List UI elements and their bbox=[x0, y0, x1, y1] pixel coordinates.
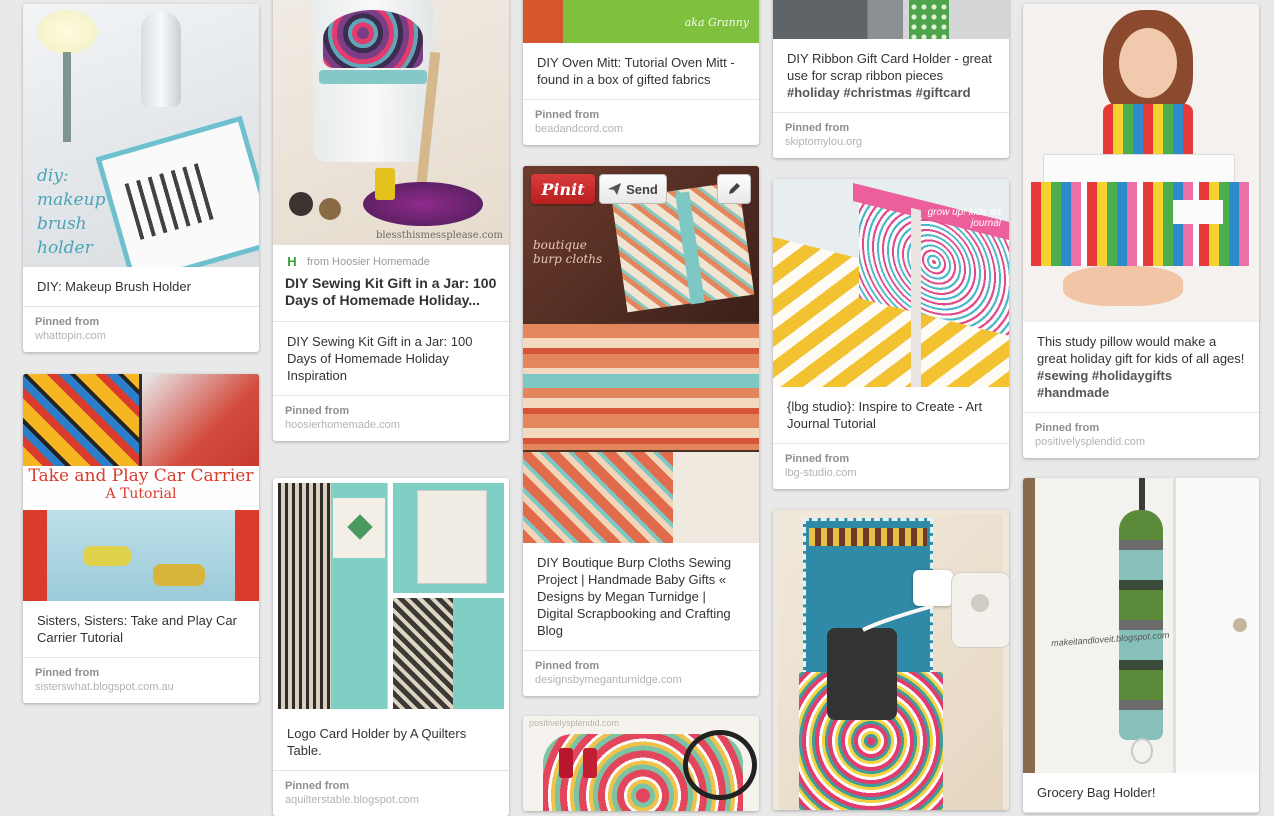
pin-description: Sisters, Sisters: Take and Play Car Carr… bbox=[23, 601, 259, 658]
pin-image[interactable]: grow up! kids art journal bbox=[773, 179, 1009, 387]
hashtags[interactable]: #sewing #holidaygifts #handmade bbox=[1037, 368, 1172, 400]
pin-source[interactable]: Pinned from beadandcord.com bbox=[523, 100, 759, 145]
pinned-from-label: Pinned from bbox=[35, 316, 100, 328]
via-title[interactable]: DIY Sewing Kit Gift in a Jar: 100 Days o… bbox=[285, 275, 497, 309]
pin-image[interactable] bbox=[773, 0, 1009, 39]
image-watermark: blessthismessplease.com bbox=[375, 230, 503, 241]
hoosier-homemade-logo-icon: H bbox=[287, 254, 297, 269]
pin-it-label: Pinit bbox=[541, 179, 585, 199]
send-icon bbox=[608, 183, 622, 195]
pin-description: {lbg studio}: Inspire to Create - Art Jo… bbox=[773, 387, 1009, 444]
pin-image[interactable]: Take and Play Car Carrier A Tutorial bbox=[23, 374, 259, 601]
description-text: This study pillow would make a great hol… bbox=[1037, 334, 1245, 366]
pin-card[interactable]: Take and Play Car Carrier A Tutorial Sis… bbox=[23, 374, 259, 703]
pencil-icon bbox=[729, 183, 740, 194]
pin-card[interactable]: boutique burp cloths Pinit Send DIY Bout… bbox=[523, 166, 759, 696]
pin-description: DIY Sewing Kit Gift in a Jar: 100 Days o… bbox=[273, 322, 509, 396]
image-caption: aka Granny bbox=[684, 16, 749, 29]
pin-image[interactable]: diy: makeup brush holder bbox=[23, 4, 259, 267]
charger-cable bbox=[862, 604, 934, 632]
pin-image[interactable] bbox=[273, 478, 509, 714]
source-domain[interactable]: designsbymeganturnidge.com bbox=[535, 673, 747, 688]
pinned-from-label: Pinned from bbox=[285, 780, 350, 792]
source-domain[interactable]: sisterswhat.blogspot.com.au bbox=[35, 680, 247, 695]
pin-image[interactable]: boutique burp cloths Pinit Send bbox=[523, 166, 759, 543]
pin-it-button[interactable]: Pinit bbox=[531, 174, 595, 204]
pinned-from-label: Pinned from bbox=[535, 660, 600, 672]
pin-source[interactable]: Pinned from lbg-studio.com bbox=[773, 444, 1009, 489]
pin-card[interactable]: diy: makeup brush holder DIY: Makeup Bru… bbox=[23, 4, 259, 352]
pin-source[interactable]: Pinned from sisterswhat.blogspot.com.au bbox=[23, 658, 259, 703]
pin-description: DIY: Makeup Brush Holder bbox=[23, 267, 259, 307]
pin-card[interactable]: blessthismessplease.com H from Hoosier H… bbox=[273, 0, 509, 441]
pin-card[interactable]: This study pillow would make a great hol… bbox=[1023, 4, 1259, 458]
pin-source[interactable]: Pinned from whattopin.com bbox=[23, 307, 259, 352]
pin-description: Grocery Bag Holder! bbox=[1023, 773, 1259, 813]
pinned-from-label: Pinned from bbox=[35, 667, 100, 679]
pin-source[interactable]: Pinned from hoosierhomemade.com bbox=[273, 396, 509, 441]
send-label: Send bbox=[626, 181, 658, 197]
pinned-from-label: Pinned from bbox=[785, 453, 850, 465]
pin-source[interactable]: Pinned from skiptomylou.org bbox=[773, 113, 1009, 158]
pin-image[interactable]: makeitandloveit.blogspot.com bbox=[1023, 478, 1259, 773]
pin-image[interactable]: blessthismessplease.com bbox=[273, 0, 509, 245]
edit-button[interactable] bbox=[717, 174, 751, 204]
image-subtitle: A Tutorial bbox=[105, 486, 177, 502]
source-domain[interactable]: hoosierhomemade.com bbox=[285, 418, 497, 433]
pinned-from-label: Pinned from bbox=[535, 109, 600, 121]
pinned-from-label: Pinned from bbox=[785, 122, 850, 134]
source-domain[interactable]: lbg-studio.com bbox=[785, 466, 997, 481]
pin-image[interactable] bbox=[1023, 4, 1259, 322]
via-text[interactable]: from Hoosier Homemade bbox=[307, 256, 430, 268]
pinned-from-label: Pinned from bbox=[285, 405, 350, 417]
pin-card[interactable]: grow up! kids art journal {lbg studio}: … bbox=[773, 179, 1009, 489]
pin-description: Logo Card Holder by A Quilters Table. bbox=[273, 714, 509, 771]
pin-source[interactable]: Pinned from aquilterstable.blogspot.com bbox=[273, 771, 509, 816]
send-button[interactable]: Send bbox=[599, 174, 667, 204]
description-text: DIY Ribbon Gift Card Holder - great use … bbox=[787, 51, 992, 83]
source-domain[interactable]: positivelysplendid.com bbox=[1035, 435, 1247, 450]
image-caption: diy: makeup brush holder bbox=[37, 166, 106, 258]
pin-description: This study pillow would make a great hol… bbox=[1023, 322, 1259, 413]
source-domain[interactable]: skiptomylou.org bbox=[785, 135, 997, 150]
hashtags[interactable]: #holiday #christmas #giftcard bbox=[787, 85, 971, 100]
pin-image[interactable]: aka Granny bbox=[523, 0, 759, 43]
source-domain[interactable]: beadandcord.com bbox=[535, 122, 747, 137]
pin-card[interactable]: Logo Card Holder by A Quilters Table. Pi… bbox=[273, 478, 509, 816]
pin-description: DIY Boutique Burp Cloths Sewing Project … bbox=[523, 543, 759, 651]
pin-description: DIY Ribbon Gift Card Holder - great use … bbox=[773, 39, 1009, 113]
pin-source[interactable]: Pinned from positivelysplendid.com bbox=[1023, 413, 1259, 458]
pin-image[interactable] bbox=[773, 510, 1009, 810]
image-caption: grow up! kids art journal bbox=[927, 207, 1001, 229]
pin-image[interactable]: positivelysplendid.com bbox=[523, 716, 759, 811]
pin-card[interactable]: makeitandloveit.blogspot.com Grocery Bag… bbox=[1023, 478, 1259, 813]
pinned-from-label: Pinned from bbox=[1035, 422, 1100, 434]
pin-card[interactable]: DIY Ribbon Gift Card Holder - great use … bbox=[773, 0, 1009, 158]
pin-card[interactable] bbox=[773, 510, 1009, 810]
pin-source[interactable]: Pinned from designsbymeganturnidge.com bbox=[523, 651, 759, 696]
source-domain[interactable]: whattopin.com bbox=[35, 329, 247, 344]
image-caption: boutique burp cloths bbox=[533, 238, 603, 266]
pin-via[interactable]: H from Hoosier Homemade DIY Sewing Kit G… bbox=[273, 245, 509, 322]
image-title: Take and Play Car Carrier bbox=[28, 466, 254, 486]
image-watermark: positivelysplendid.com bbox=[529, 718, 620, 728]
source-domain[interactable]: aquilterstable.blogspot.com bbox=[285, 793, 497, 808]
pin-description: DIY Oven Mitt: Tutorial Oven Mitt - foun… bbox=[523, 43, 759, 100]
pin-card[interactable]: aka Granny DIY Oven Mitt: Tutorial Oven … bbox=[523, 0, 759, 145]
pin-card[interactable]: positivelysplendid.com bbox=[523, 716, 759, 811]
